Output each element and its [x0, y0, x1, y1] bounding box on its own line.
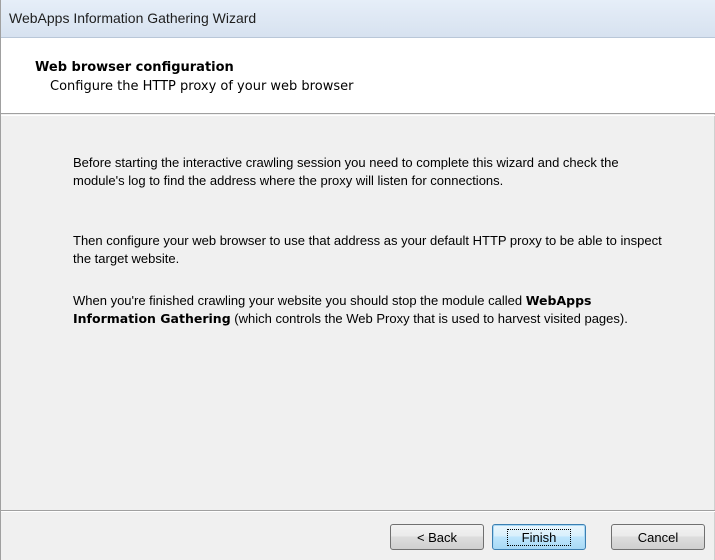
instruction-paragraph-1: Before starting the interactive crawling… [73, 155, 619, 188]
instruction-paragraph-3: When you're finished crawling your websi… [73, 292, 673, 328]
window-title: WebApps Information Gathering Wizard [9, 10, 257, 26]
finish-button-label: Finish [506, 528, 572, 546]
back-button-label: < Back [416, 529, 458, 545]
finish-button[interactable]: Finish [492, 524, 586, 550]
page-subtitle: Configure the HTTP proxy of your web bro… [50, 79, 354, 94]
instruction-paragraph-3-text: When you're finished crawling your websi… [73, 293, 526, 308]
title-bar[interactable]: WebApps Information Gathering Wizard [1, 0, 715, 38]
page-title: Web browser configuration [35, 60, 234, 75]
wizard-content: Before starting the interactive crawling… [1, 116, 715, 510]
cancel-button[interactable]: Cancel [611, 524, 705, 550]
wizard-window: WebApps Information Gathering Wizard Web… [0, 0, 715, 560]
footer-divider-highlight [1, 511, 715, 512]
back-button[interactable]: < Back [390, 524, 484, 550]
wizard-header: Web browser configuration Configure the … [1, 38, 715, 114]
instruction-paragraph-2: Then configure your web browser to use t… [73, 233, 662, 266]
cancel-button-label: Cancel [637, 529, 679, 545]
instruction-paragraph-3-text-end: (which controls the Web Proxy that is us… [230, 311, 628, 326]
